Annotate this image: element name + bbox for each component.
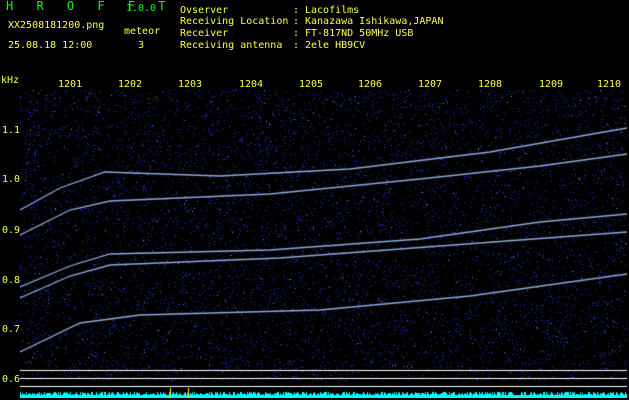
time-tick-1210: 1210: [597, 79, 622, 90]
time-tick-1204: 1204: [239, 79, 264, 90]
time-tick-1202: 1202: [118, 79, 143, 90]
location-colon: :: [293, 16, 300, 27]
meteor-count: 3: [138, 40, 145, 51]
location-label: Receiving Location: [180, 16, 289, 27]
freq-tick-1-0: 1.0: [2, 174, 21, 185]
antenna-value: 2ele HB9CV: [305, 40, 366, 51]
time-tick-1209: 1209: [539, 79, 564, 90]
receiver-value: FT-817ND 50MHz USB: [305, 28, 414, 39]
receiver-colon: :: [293, 28, 300, 39]
time-tick-1203: 1203: [178, 79, 203, 90]
location-value: Kanazawa Ishikawa,JAPAN: [305, 16, 444, 27]
receiver-label: Receiver: [180, 28, 229, 39]
time-tick-1207: 1207: [418, 79, 443, 90]
file-name: XX2508181200.png: [8, 20, 105, 31]
observer-label: Ovserver: [180, 5, 229, 16]
observer-value: Lacofilms: [305, 5, 360, 16]
spectrogram-waterfall: [20, 90, 627, 398]
time-tick-1206: 1206: [358, 79, 383, 90]
antenna-colon: :: [293, 40, 300, 51]
observer-colon: :: [293, 5, 300, 16]
app-version: 1.0.0: [126, 3, 157, 14]
time-tick-1208: 1208: [478, 79, 503, 90]
freq-tick-0-7: 0.7: [2, 324, 21, 335]
hroffft-window: H R O F F T 1.0.0 XX2508181200.png meteo…: [0, 0, 629, 400]
freq-tick-0-8: 0.8: [2, 275, 21, 286]
antenna-label: Receiving antenna: [180, 40, 283, 51]
freq-tick-0-6: 0.6: [2, 374, 21, 385]
freq-tick-1-1: 1.1: [2, 125, 21, 136]
time-tick-1205: 1205: [299, 79, 324, 90]
time-tick-1201: 1201: [58, 79, 83, 90]
freq-tick-0-9: 0.9: [2, 225, 21, 236]
meteor-label: meteor: [124, 26, 161, 37]
khz-axis-unit: kHz: [1, 75, 20, 86]
timestamp: 25.08.18 12:00: [8, 40, 93, 51]
